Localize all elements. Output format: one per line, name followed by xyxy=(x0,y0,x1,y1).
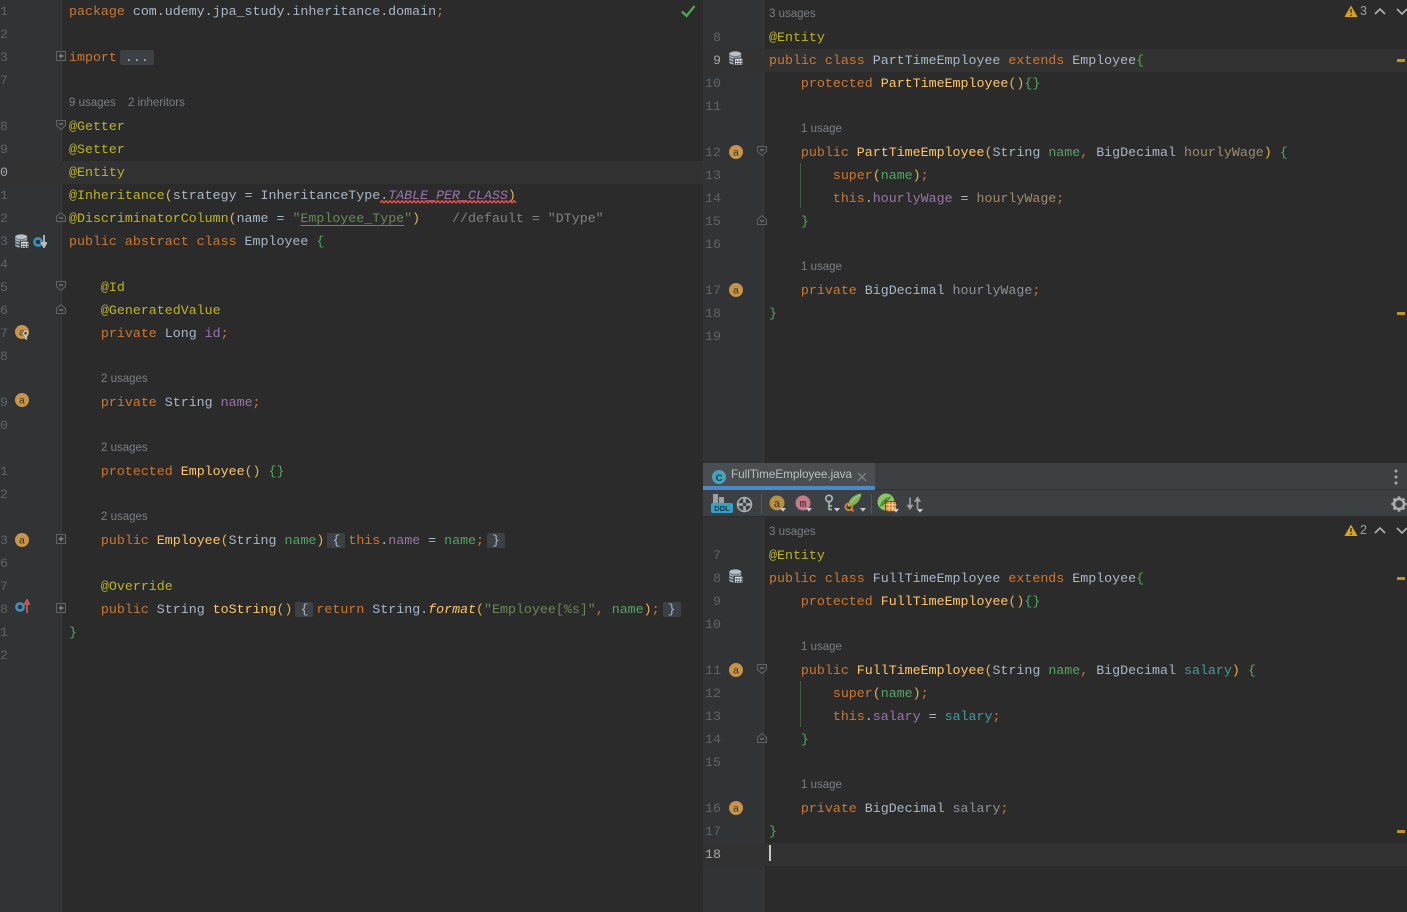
svg-text:DDL: DDL xyxy=(714,504,730,513)
svg-text:C: C xyxy=(716,473,723,484)
svg-text:a: a xyxy=(733,286,739,298)
svg-text:a: a xyxy=(19,396,25,408)
svg-text:a: a xyxy=(19,536,25,548)
svg-text:a: a xyxy=(733,148,739,160)
svg-text:a: a xyxy=(733,804,739,816)
svg-text:a: a xyxy=(733,666,739,678)
